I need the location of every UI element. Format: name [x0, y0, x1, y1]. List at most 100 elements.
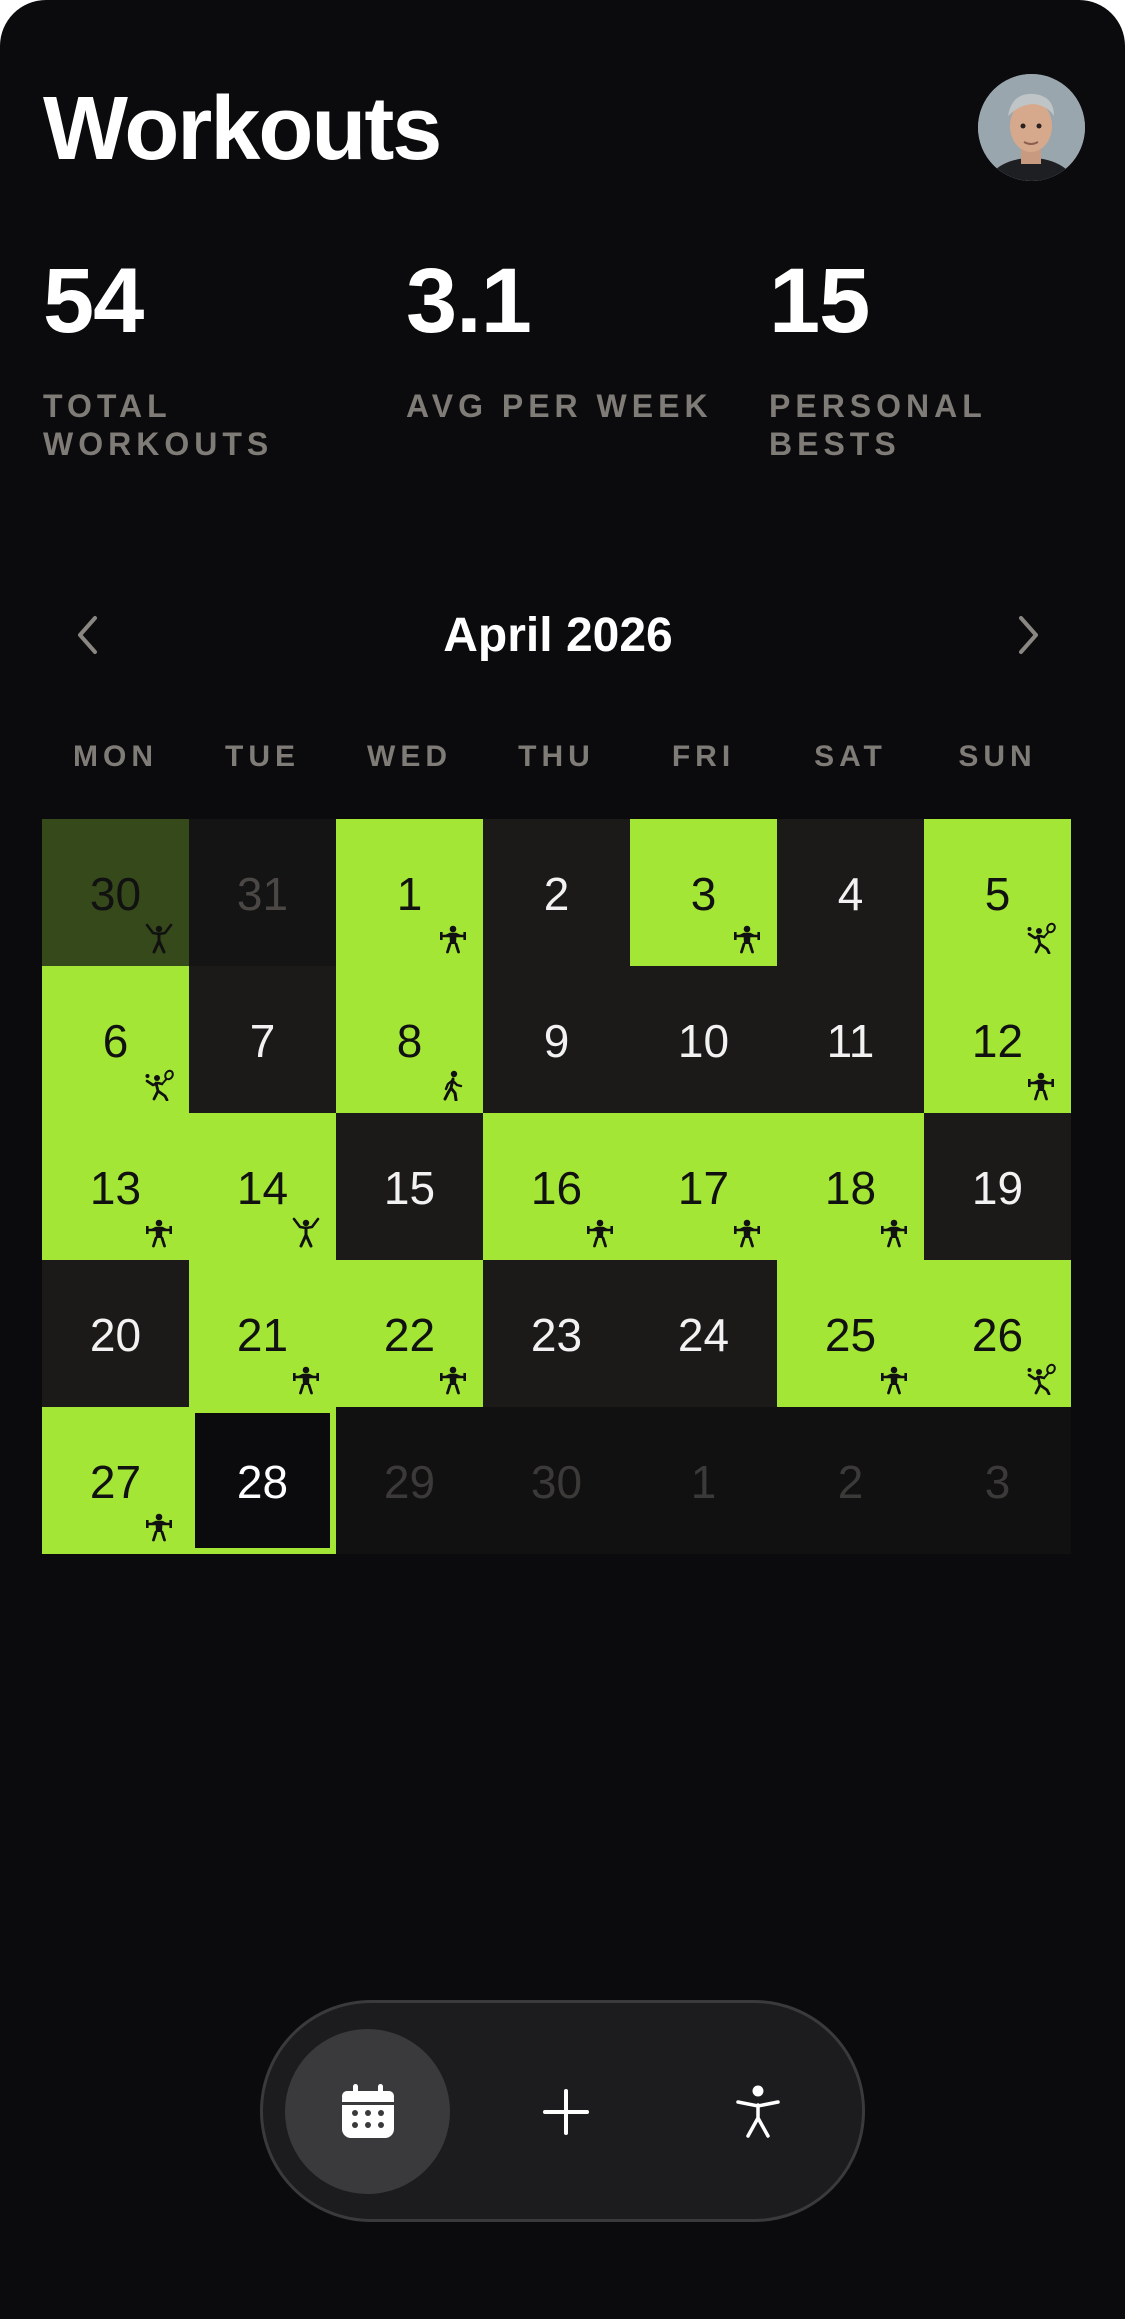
month-navigation: April 2026: [43, 590, 1073, 680]
calendar-week-row: 13 14 15 16 17 18 19: [42, 1113, 1072, 1260]
month-title: April 2026: [443, 609, 673, 662]
weekday-label: SAT: [814, 740, 887, 773]
calendar-day[interactable]: 6: [42, 966, 189, 1113]
day-number: 11: [826, 1015, 875, 1067]
day-number: 24: [677, 1309, 730, 1361]
day-number: 9: [543, 1015, 570, 1067]
calendar-day[interactable]: 1: [630, 1407, 777, 1554]
bottom-tab-bar: [260, 2000, 865, 2222]
day-number: 14: [236, 1162, 289, 1214]
calendar-day[interactable]: 24: [630, 1260, 777, 1407]
workouts-screen: Workouts 54 TOTAL WORKOUTS 3.1 AVG PER W…: [0, 0, 1125, 2319]
calendar-day[interactable]: 22: [336, 1260, 483, 1407]
calendar-day-today[interactable]: 28: [189, 1407, 336, 1554]
calendar-grid: 30 31 1 2 3 4 5 6 7 8 9 10 11 12 13 14 15 16 17 18 19 20 21 22 2…: [42, 819, 1072, 1554]
day-number: 15: [383, 1162, 436, 1214]
day-number: 27: [89, 1456, 142, 1508]
next-month-button[interactable]: [983, 590, 1073, 680]
calendar-day[interactable]: 10: [630, 966, 777, 1113]
stat-avg-per-week: 3.1 AVG PER WEEK: [406, 255, 736, 425]
day-number: 26: [971, 1309, 1024, 1361]
calendar-day[interactable]: 17: [630, 1113, 777, 1260]
calendar-day[interactable]: 21: [189, 1260, 336, 1407]
calendar-week-row: 20 21 22 23 24 25 26: [42, 1260, 1072, 1407]
weightlifting-icon: [143, 1216, 175, 1248]
day-number: 29: [383, 1456, 436, 1508]
calendar-day[interactable]: 27: [42, 1407, 189, 1554]
calendar-day[interactable]: 3: [924, 1407, 1071, 1554]
calendar-day[interactable]: 14: [189, 1113, 336, 1260]
day-number: 10: [677, 1015, 730, 1067]
day-number: 18: [824, 1162, 877, 1214]
day-number: 2: [837, 1456, 864, 1508]
day-number: 12: [971, 1015, 1024, 1067]
calendar-day[interactable]: 4: [777, 819, 924, 966]
calendar-day[interactable]: 9: [483, 966, 630, 1113]
weekday-header: MON TUE WED THU FRI SAT SUN: [42, 740, 1072, 780]
tennis-icon: [1025, 1363, 1057, 1396]
calendar-day[interactable]: 30: [483, 1407, 630, 1554]
day-number: 1: [396, 868, 423, 920]
calendar-day[interactable]: 2: [483, 819, 630, 966]
day-number: 28: [236, 1456, 289, 1508]
calendar-day[interactable]: 5: [924, 819, 1071, 966]
calendar-day[interactable]: 30: [42, 819, 189, 966]
calendar-day[interactable]: 13: [42, 1113, 189, 1260]
weightlifting-icon: [731, 922, 763, 954]
calendar-day[interactable]: 16: [483, 1113, 630, 1260]
day-number: 13: [89, 1162, 142, 1214]
day-number: 16: [530, 1162, 583, 1214]
calendar-day[interactable]: 2: [777, 1407, 924, 1554]
calendar-day[interactable]: 12: [924, 966, 1071, 1113]
calendar-day[interactable]: 19: [924, 1113, 1071, 1260]
calendar-icon: [341, 2083, 394, 2138]
stat-label: AVG PER WEEK: [406, 388, 713, 424]
avatar[interactable]: [978, 74, 1085, 181]
calendar-day[interactable]: 29: [336, 1407, 483, 1554]
header: Workouts: [43, 70, 1085, 190]
tab-calendar[interactable]: [285, 2029, 450, 2194]
calendar-week-row: 6 7 8 9 10 11 12: [42, 966, 1072, 1113]
calendar-day[interactable]: 23: [483, 1260, 630, 1407]
stretch-icon: [290, 1216, 322, 1248]
stretch-icon: [143, 922, 175, 954]
day-number: 23: [530, 1309, 583, 1361]
tennis-icon: [1025, 922, 1057, 955]
weightlifting-icon: [1025, 1069, 1057, 1101]
stat-total-workouts: 54 TOTAL WORKOUTS: [43, 255, 373, 463]
day-number: 5: [984, 868, 1011, 920]
weekday-label: FRI: [671, 740, 736, 773]
weightlifting-icon: [878, 1363, 910, 1395]
weightlifting-icon: [437, 922, 469, 954]
calendar-day[interactable]: 11: [777, 966, 924, 1113]
weightlifting-icon: [290, 1363, 322, 1395]
day-number: 7: [249, 1015, 276, 1067]
calendar-day[interactable]: 26: [924, 1260, 1071, 1407]
day-number: 25: [824, 1309, 877, 1361]
day-number: 17: [677, 1162, 730, 1214]
calendar-day[interactable]: 15: [336, 1113, 483, 1260]
weightlifting-icon: [143, 1510, 175, 1542]
day-number: 20: [89, 1309, 142, 1361]
tab-add-workout[interactable]: [483, 2029, 648, 2194]
calendar-day[interactable]: 25: [777, 1260, 924, 1407]
calendar-day[interactable]: 1: [336, 819, 483, 966]
weekday-label: THU: [518, 740, 595, 773]
stat-personal-bests: 15 PERSONAL BESTS: [769, 255, 1099, 463]
calendar-day[interactable]: 7: [189, 966, 336, 1113]
calendar-day[interactable]: 3: [630, 819, 777, 966]
calendar-day[interactable]: 31: [189, 819, 336, 966]
page-title: Workouts: [43, 79, 442, 179]
calendar-week-row: 30 31 1 2 3 4 5: [42, 819, 1072, 966]
weekday-label: TUE: [225, 740, 300, 773]
calendar-day[interactable]: 18: [777, 1113, 924, 1260]
person-icon: [735, 2085, 780, 2138]
calendar-day[interactable]: 20: [42, 1260, 189, 1407]
day-number: 2: [543, 868, 570, 920]
stat-value: 3.1: [406, 250, 532, 352]
calendar-day[interactable]: 8: [336, 966, 483, 1113]
tab-profile-activity[interactable]: [675, 2029, 840, 2194]
stat-value: 54: [43, 250, 144, 352]
day-number: 21: [236, 1309, 289, 1361]
walking-icon: [437, 1069, 469, 1102]
